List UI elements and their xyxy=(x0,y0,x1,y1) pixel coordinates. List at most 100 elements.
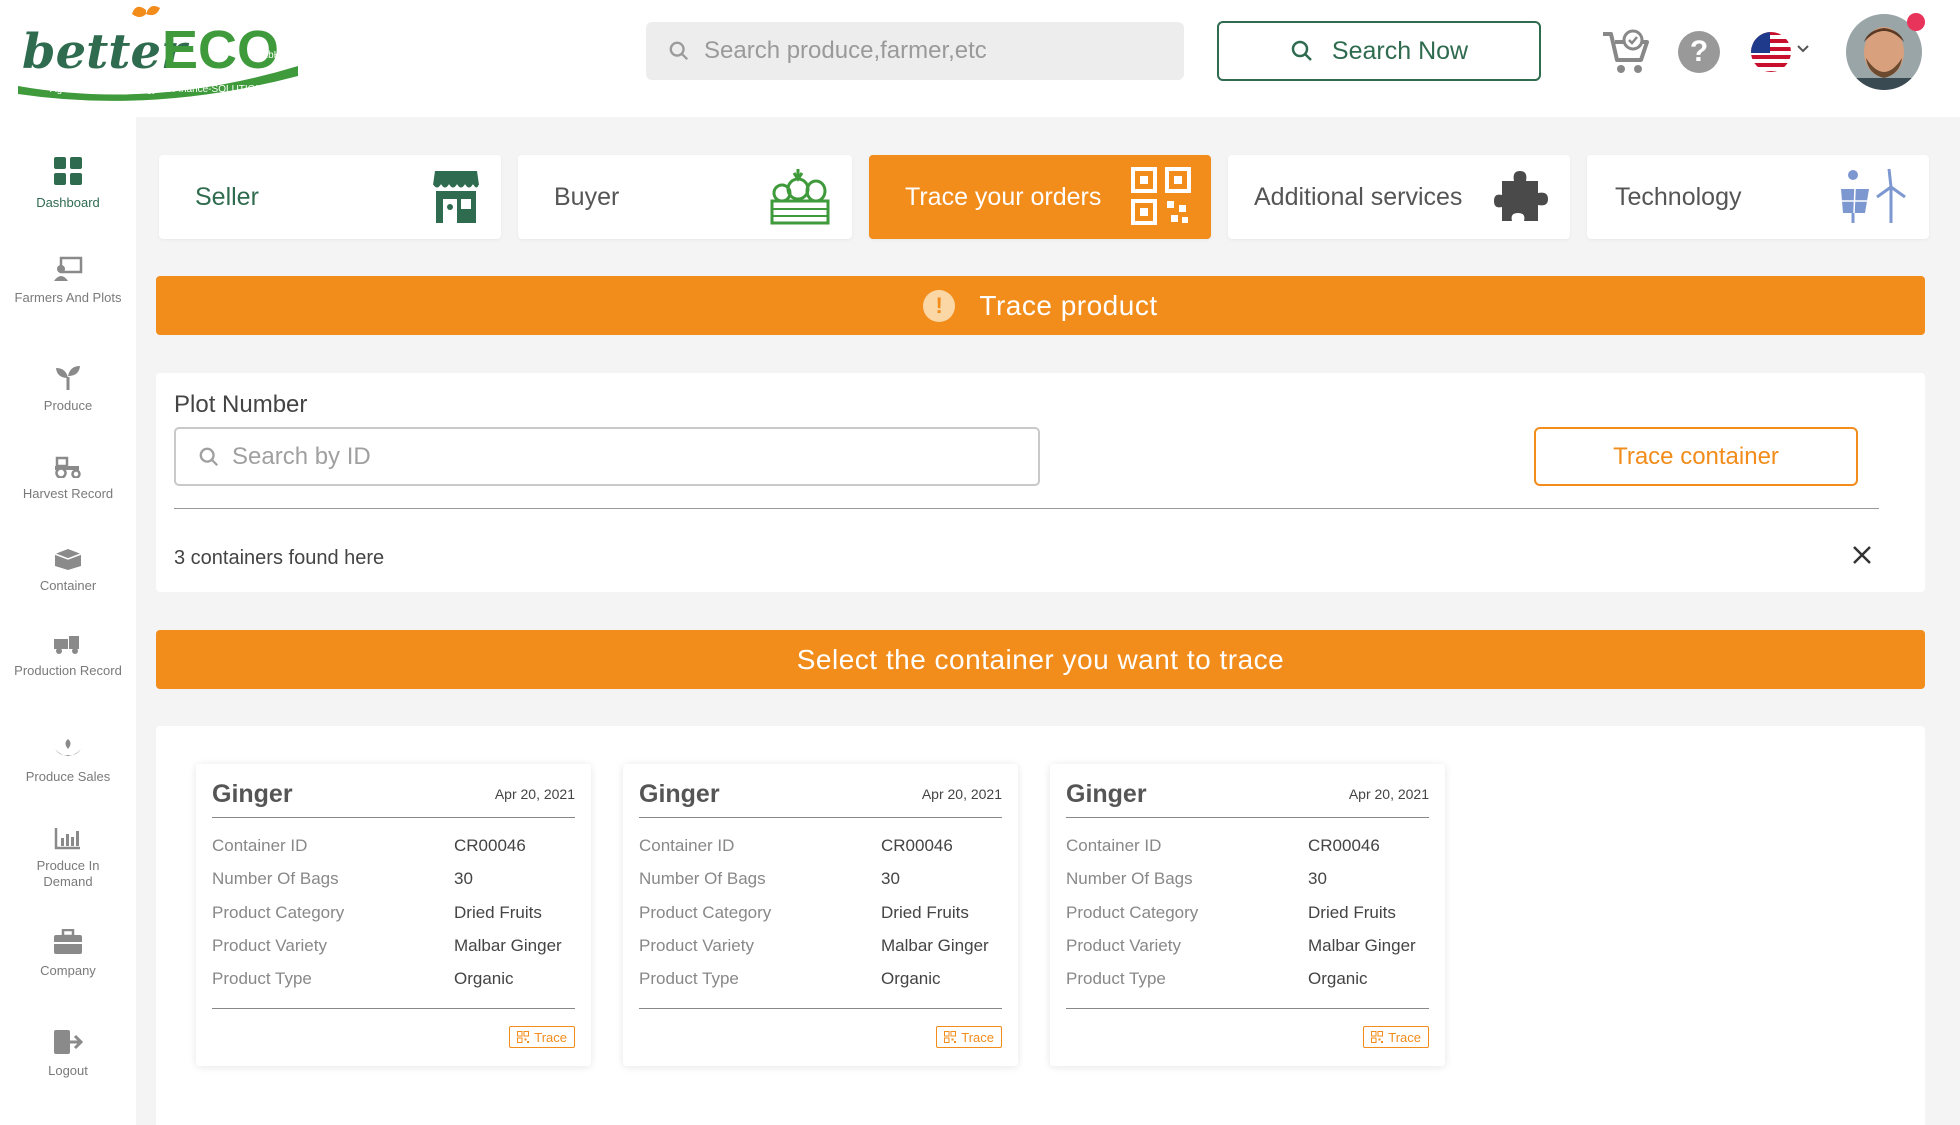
sidebar-item-label: Produce xyxy=(43,398,93,413)
row-value: 30 xyxy=(454,869,473,888)
tractor-icon xyxy=(55,456,81,478)
row-key: Container ID xyxy=(212,836,308,855)
container-icon xyxy=(54,549,82,570)
sidebar-item-farmers-and-plots[interactable]: Farmers And Plots xyxy=(0,256,136,306)
sidebar-item-production-record[interactable]: Production Record xyxy=(0,633,136,679)
plot-number-label: Plot Number xyxy=(174,391,308,418)
search-icon xyxy=(199,447,219,466)
sidebar: Dashboard Farmers And Plots Produce Harv… xyxy=(0,117,136,1125)
search-placeholder: Search produce,farmer,etc xyxy=(704,37,987,64)
avatar[interactable] xyxy=(1842,12,1930,92)
trace-button[interactable]: Trace xyxy=(1363,1026,1429,1048)
card-row: Container ID CR00046 xyxy=(639,836,1002,860)
plot-search-panel: Plot Number Search by ID Trace container… xyxy=(156,373,1925,592)
card-row: Number Of Bags 30 xyxy=(212,869,575,893)
trace-label: Trace xyxy=(1388,1029,1421,1045)
divider xyxy=(174,508,1879,509)
solar-wind-icon xyxy=(1841,168,1906,223)
tab-additional-services[interactable]: Additional services xyxy=(1228,155,1570,239)
tab-trace-your-orders[interactable]: Trace your orders xyxy=(869,155,1211,239)
qr-code-icon xyxy=(1131,167,1191,225)
search-now-button[interactable]: Search Now xyxy=(1217,21,1541,81)
container-card[interactable]: Ginger Apr 20, 2021 Container ID CR00046 … xyxy=(1050,764,1445,1066)
card-row: Product Category Dried Fruits xyxy=(212,903,575,927)
trace-button[interactable]: Trace xyxy=(936,1026,1002,1048)
sidebar-item-produce[interactable]: Produce xyxy=(0,364,136,414)
card-date: Apr 20, 2021 xyxy=(1348,786,1429,802)
sidebar-item-logout[interactable]: Logout xyxy=(0,1029,136,1079)
card-row: Product Type Organic xyxy=(1066,969,1429,993)
sidebar-item-produce-in-demand[interactable]: Produce In Demand xyxy=(0,826,136,890)
row-value: Dried Fruits xyxy=(454,903,542,922)
card-row: Product Variety Malbar Ginger xyxy=(1066,936,1429,960)
sprout-icon xyxy=(56,366,80,390)
tab-label: Buyer xyxy=(554,182,620,211)
result-count-text: 3 containers found here xyxy=(174,547,385,569)
bettereco-logo[interactable]: better ECO GmbH Agriculture-, Technology… xyxy=(14,2,304,102)
row-key: Container ID xyxy=(1066,836,1162,855)
card-row: Product Type Organic xyxy=(639,969,1002,993)
plot-id-search-input[interactable]: Search by ID xyxy=(174,427,1040,486)
card-title: Ginger xyxy=(639,780,720,808)
card-date: Apr 20, 2021 xyxy=(494,786,575,802)
row-value: Organic xyxy=(1308,969,1368,988)
tab-label: Trace your orders xyxy=(905,182,1102,211)
trace-label: Trace xyxy=(961,1029,994,1045)
trace-button[interactable]: Trace xyxy=(509,1026,575,1048)
close-icon[interactable] xyxy=(1852,545,1872,565)
qr-code-icon xyxy=(1371,1031,1384,1043)
tab-technology[interactable]: Technology xyxy=(1587,155,1929,239)
divider xyxy=(1066,817,1429,818)
row-key: Product Type xyxy=(212,969,312,988)
row-key: Product Category xyxy=(639,903,772,922)
alert-icon: ! xyxy=(923,289,956,322)
chevron-down-icon[interactable] xyxy=(1796,44,1810,54)
row-value: CR00046 xyxy=(1308,836,1380,855)
puzzle-icon xyxy=(1494,171,1548,221)
help-icon[interactable]: ? xyxy=(1678,31,1720,73)
row-key: Product Variety xyxy=(212,936,327,955)
card-row: Container ID CR00046 xyxy=(212,836,575,860)
sidebar-item-label: Produce Sales xyxy=(25,769,111,784)
sales-icon xyxy=(55,739,81,756)
tab-label: Seller xyxy=(195,182,259,211)
row-value: CR00046 xyxy=(454,836,526,855)
sidebar-item-produce-sales[interactable]: Produce Sales xyxy=(0,737,136,785)
card-date: Apr 20, 2021 xyxy=(921,786,1002,802)
global-search-bar[interactable]: Search produce,farmer,etc xyxy=(646,22,1184,80)
qr-code-icon xyxy=(944,1031,957,1043)
sidebar-item-label: Farmers And Plots xyxy=(14,290,122,305)
container-card[interactable]: Ginger Apr 20, 2021 Container ID CR00046 … xyxy=(623,764,1018,1066)
card-row: Product Variety Malbar Ginger xyxy=(212,936,575,960)
cart-icon[interactable] xyxy=(1601,28,1651,76)
search-icon xyxy=(1291,40,1312,61)
sidebar-item-label: Company xyxy=(40,963,96,978)
sidebar-item-container[interactable]: Container xyxy=(0,548,136,594)
dashboard-icon xyxy=(54,157,82,185)
svg-text:GmbH: GmbH xyxy=(252,50,281,61)
sidebar-item-company[interactable]: Company xyxy=(0,929,136,979)
card-row: Number Of Bags 30 xyxy=(1066,869,1429,893)
truck-icon xyxy=(54,636,79,654)
store-icon xyxy=(432,171,480,223)
divider xyxy=(1066,1008,1429,1009)
row-key: Number Of Bags xyxy=(1066,869,1193,888)
card-row: Container ID CR00046 xyxy=(1066,836,1429,860)
card-title: Ginger xyxy=(1066,780,1147,808)
card-row: Product Type Organic xyxy=(212,969,575,993)
container-card[interactable]: Ginger Apr 20, 2021 Container ID CR00046 … xyxy=(196,764,591,1066)
row-value: Malbar Ginger xyxy=(881,936,989,955)
sidebar-item-harvest-record[interactable]: Harvest Record xyxy=(0,454,136,502)
tab-buyer[interactable]: Buyer xyxy=(518,155,852,239)
banner-title: Trace product xyxy=(979,289,1158,321)
sidebar-item-label: Dashboard xyxy=(36,195,100,210)
row-key: Product Category xyxy=(212,903,345,922)
us-flag-icon[interactable] xyxy=(1750,31,1792,73)
trace-container-button[interactable]: Trace container xyxy=(1534,427,1858,486)
bar-chart-icon xyxy=(54,828,80,850)
containers-list: Ginger Apr 20, 2021 Container ID CR00046 … xyxy=(156,726,1925,1125)
tab-label: Technology xyxy=(1615,182,1742,211)
row-value: 30 xyxy=(1308,869,1327,888)
tab-seller[interactable]: Seller xyxy=(159,155,501,239)
sidebar-item-dashboard[interactable]: Dashboard xyxy=(0,155,136,211)
